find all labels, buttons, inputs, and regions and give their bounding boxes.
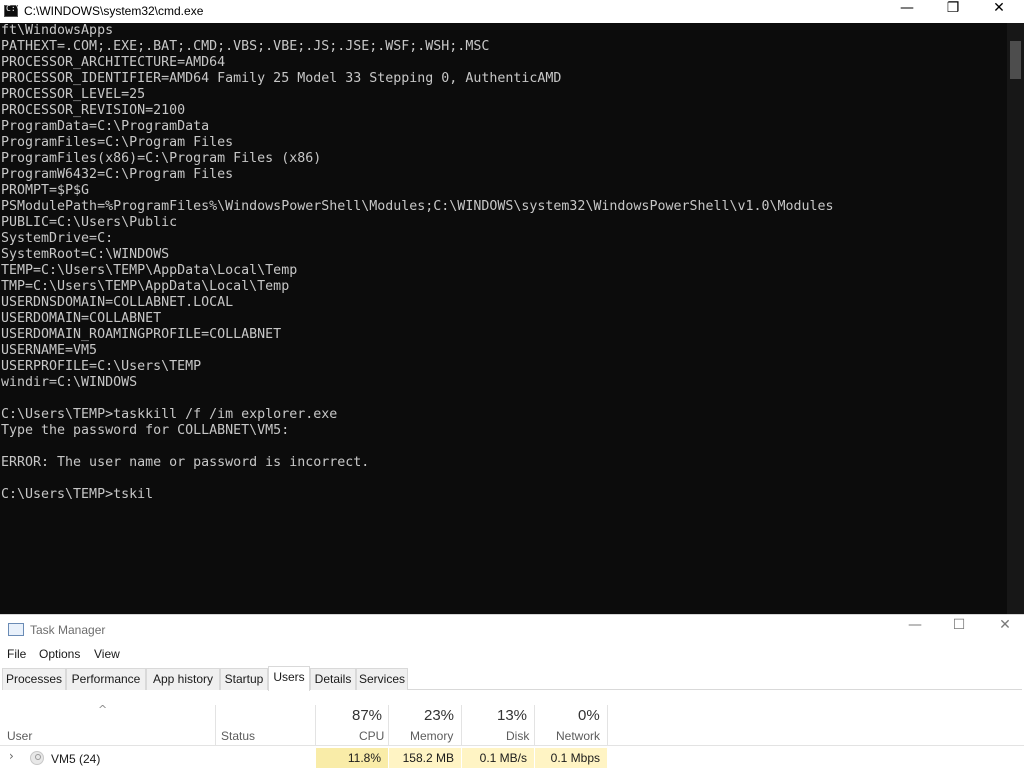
task-manager-window[interactable]: Task Manager — ☐ ✕ File Options View Pro… bbox=[0, 614, 1024, 768]
cmd-console-output[interactable]: ft\WindowsApps PATHEXT=.COM;.EXE;.BAT;.CM… bbox=[0, 23, 1007, 614]
console-lines: ft\WindowsApps PATHEXT=.COM;.EXE;.BAT;.CM… bbox=[0, 23, 1007, 503]
menu-view[interactable]: View bbox=[94, 647, 120, 661]
console-line: ProgramFiles(x86)=C:\Program Files (x86) bbox=[1, 151, 322, 166]
console-line: PATHEXT=.COM;.EXE;.BAT;.CMD;.VBS;.VBE;.J… bbox=[1, 39, 490, 54]
row-network: 0.1 Mbps bbox=[535, 748, 607, 768]
task-manager-icon bbox=[8, 623, 24, 636]
tab-services[interactable]: Services bbox=[356, 668, 408, 690]
tab-users[interactable]: Users bbox=[268, 666, 310, 691]
row-user-name: VM5 (24) bbox=[51, 752, 101, 766]
cmd-window[interactable]: C:\ C:\WINDOWS\system32\cmd.exe — ❐ ✕ ft… bbox=[0, 0, 1024, 614]
menu-file[interactable]: File bbox=[7, 647, 26, 661]
console-line: PUBLIC=C:\Users\Public bbox=[1, 215, 178, 230]
console-line: ft\WindowsApps bbox=[1, 23, 114, 38]
console-line: windir=C:\WINDOWS bbox=[1, 375, 138, 390]
column-disk[interactable]: Disk bbox=[506, 729, 529, 743]
console-line: USERDNSDOMAIN=COLLABNET.LOCAL bbox=[1, 295, 234, 310]
console-line: SystemRoot=C:\WINDOWS bbox=[1, 247, 170, 262]
column-memory[interactable]: Memory bbox=[410, 729, 453, 743]
tab-performance[interactable]: Performance bbox=[66, 668, 146, 690]
console-line: ProgramW6432=C:\Program Files bbox=[1, 167, 234, 182]
console-line: USERNAME=VM5 bbox=[1, 343, 98, 358]
console-line: USERPROFILE=C:\Users\TEMP bbox=[1, 359, 202, 374]
column-divider[interactable] bbox=[534, 705, 535, 746]
column-divider[interactable] bbox=[315, 705, 316, 746]
console-line: C:\Users\TEMP>taskkill /f /im explorer.e… bbox=[1, 407, 338, 422]
maximize-button[interactable]: ❐ bbox=[930, 0, 976, 23]
tab-app-history[interactable]: App history bbox=[146, 668, 220, 690]
column-divider[interactable] bbox=[388, 705, 389, 746]
row-cpu: 11.8% bbox=[316, 748, 388, 768]
column-status[interactable]: Status bbox=[221, 729, 255, 743]
disk-total-percent: 13% bbox=[497, 707, 528, 724]
memory-total-percent: 23% bbox=[424, 707, 455, 724]
console-line: SystemDrive=C: bbox=[1, 231, 114, 246]
close-button[interactable]: ✕ bbox=[976, 0, 1022, 23]
console-line: TMP=C:\Users\TEMP\AppData\Local\Temp bbox=[1, 279, 290, 294]
console-line: PROCESSOR_ARCHITECTURE=AMD64 bbox=[1, 55, 226, 70]
row-status bbox=[216, 748, 315, 768]
console-line: PROCESSOR_REVISION=2100 bbox=[1, 103, 186, 118]
table-row[interactable]: › VM5 (24) 11.8% 158.2 MB 0.1 MB/s 0.1 M… bbox=[0, 748, 1024, 768]
expand-chevron-icon[interactable]: › bbox=[9, 749, 14, 763]
tm-maximize-button[interactable]: ☐ bbox=[936, 617, 982, 643]
console-line: ERROR: The user name or password is inco… bbox=[1, 455, 370, 470]
column-divider[interactable] bbox=[215, 705, 216, 746]
console-line: C:\Users\TEMP>tskil bbox=[1, 487, 154, 502]
tm-minimize-button[interactable]: — bbox=[892, 617, 938, 643]
task-manager-title-bar[interactable]: Task Manager — ☐ ✕ bbox=[0, 615, 1024, 643]
tab-strip: Processes Performance App history Startu… bbox=[2, 666, 1022, 691]
console-line: USERDOMAIN_ROAMINGPROFILE=COLLABNET bbox=[1, 327, 282, 342]
console-line: USERDOMAIN=COLLABNET bbox=[1, 311, 162, 326]
column-cpu[interactable]: CPU bbox=[359, 729, 384, 743]
tm-close-button[interactable]: ✕ bbox=[982, 617, 1024, 643]
user-avatar-icon bbox=[30, 751, 44, 765]
task-manager-title: Task Manager bbox=[30, 623, 106, 637]
sort-arrow-icon: ^ bbox=[98, 703, 108, 716]
tab-processes[interactable]: Processes bbox=[2, 668, 66, 690]
console-line: PROMPT=$P$G bbox=[1, 183, 90, 198]
cmd-scrollbar[interactable] bbox=[1007, 23, 1024, 614]
scrollbar-thumb[interactable] bbox=[1010, 41, 1021, 79]
column-divider[interactable] bbox=[461, 705, 462, 746]
column-user[interactable]: User bbox=[7, 729, 32, 743]
network-total-percent: 0% bbox=[578, 707, 600, 724]
menu-options[interactable]: Options bbox=[39, 647, 80, 661]
console-line: ProgramFiles=C:\Program Files bbox=[1, 135, 234, 150]
column-header-row: ^ User Status 87% CPU 23% Memory 13% Dis… bbox=[0, 691, 1024, 746]
column-network[interactable]: Network bbox=[556, 729, 600, 743]
cpu-total-percent: 87% bbox=[352, 707, 383, 724]
cmd-window-title: C:\WINDOWS\system32\cmd.exe bbox=[24, 4, 204, 18]
tab-details[interactable]: Details bbox=[310, 668, 356, 690]
console-line: Type the password for COLLABNET\VM5: bbox=[1, 423, 290, 438]
row-disk: 0.1 MB/s bbox=[462, 748, 534, 768]
cmd-title-bar[interactable]: C:\ C:\WINDOWS\system32\cmd.exe — ❐ ✕ bbox=[0, 0, 1024, 23]
console-line: PSModulePath=%ProgramFiles%\WindowsPower… bbox=[1, 199, 834, 214]
tab-startup[interactable]: Startup bbox=[220, 668, 268, 690]
minimize-button[interactable]: — bbox=[884, 0, 930, 23]
console-line: PROCESSOR_IDENTIFIER=AMD64 Family 25 Mod… bbox=[1, 71, 562, 86]
row-memory: 158.2 MB bbox=[389, 748, 461, 768]
cmd-icon: C:\ bbox=[4, 4, 20, 17]
column-divider[interactable] bbox=[607, 705, 608, 746]
console-line: PROCESSOR_LEVEL=25 bbox=[1, 87, 146, 102]
console-line: ProgramData=C:\ProgramData bbox=[1, 119, 210, 134]
console-line: TEMP=C:\Users\TEMP\AppData\Local\Temp bbox=[1, 263, 298, 278]
